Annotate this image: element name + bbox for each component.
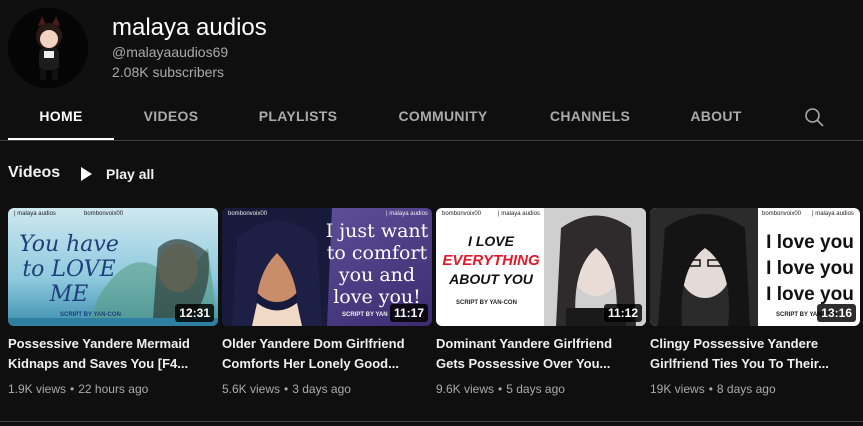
- play-all-button[interactable]: Play all: [78, 162, 154, 186]
- play-icon: [81, 167, 92, 181]
- thumbnail-tag-left: bombonvoix00: [228, 211, 268, 217]
- thumbnail-caption: I LOVE EVERYTHING ABOUT YOU: [440, 232, 542, 289]
- video-title[interactable]: Clingy Possessive Yandere Girlfriend Tie…: [650, 334, 860, 374]
- tab-home[interactable]: HOME: [8, 96, 114, 140]
- thumbnail-caption-line: I love you: [766, 232, 854, 253]
- channel-name: malaya audios: [112, 14, 267, 41]
- thumbnail-caption: I love you I love you I love you: [760, 230, 860, 308]
- video-title[interactable]: Older Yandere Dom Girlfriend Comforts He…: [222, 334, 432, 374]
- thumbnail-credit: SCRIPT BY YAN-CON: [60, 312, 121, 318]
- tab-channels[interactable]: CHANNELS: [534, 96, 646, 138]
- thumbnail-tag-left: bombonvoix00: [762, 211, 802, 217]
- video-meta: 9.6K views • 5 days ago: [436, 382, 565, 396]
- thumbnail-tag-right: | malaya audios: [498, 211, 540, 217]
- video-card[interactable]: | malaya audios bombonvoix00 You have to…: [8, 208, 218, 396]
- section-title: Videos: [8, 164, 61, 181]
- channel-avatar[interactable]: [8, 8, 88, 88]
- channel-handle: @malayaaudios69: [112, 44, 229, 60]
- thumbnail-caption-line: EVERYTHING: [442, 252, 540, 269]
- thumbnail-caption: I just want to comfort you and love you!: [325, 220, 429, 308]
- search-button[interactable]: [800, 104, 828, 132]
- video-duration: 11:12: [603, 304, 642, 322]
- video-age: 5 days ago: [506, 382, 565, 396]
- video-thumbnail[interactable]: bombonvoix00 | malaya audios I LOVE EVER…: [436, 208, 646, 326]
- tab-community[interactable]: COMMUNITY: [380, 96, 506, 138]
- video-card[interactable]: bombonvoix00 | malaya audios I LOVE EVER…: [436, 208, 646, 396]
- video-card[interactable]: bombonvoix00 | malaya audios I love you …: [650, 208, 860, 396]
- video-duration: 12:31: [175, 304, 214, 322]
- thumbnail-tag-left: | malaya audios: [14, 211, 56, 217]
- video-thumbnail[interactable]: | malaya audios bombonvoix00 You have to…: [8, 208, 218, 326]
- search-icon: [805, 108, 824, 127]
- video-age: 3 days ago: [292, 382, 351, 396]
- video-title[interactable]: Possessive Yandere Mermaid Kidnaps and S…: [8, 334, 218, 374]
- video-views: 19K views: [650, 382, 705, 396]
- video-meta: 1.9K views • 22 hours ago: [8, 382, 149, 396]
- channel-tabs: HOME VIDEOS PLAYLISTS COMMUNITY CHANNELS…: [0, 96, 863, 141]
- video-meta: 19K views • 8 days ago: [650, 382, 776, 396]
- thumbnail-tag-left: bombonvoix00: [442, 211, 482, 217]
- video-views: 5.6K views: [222, 382, 281, 396]
- tab-playlists[interactable]: PLAYLISTS: [238, 96, 358, 138]
- thumbnail-credit: SCRIPT BY YAN-CON: [456, 300, 517, 306]
- thumbnail-credit: SCRIPT BY YAN: [342, 312, 388, 318]
- channel-header: malaya audios @malayaaudios69 2.08K subs…: [0, 0, 863, 96]
- tab-about[interactable]: ABOUT: [676, 96, 756, 138]
- video-duration: 11:17: [389, 304, 428, 322]
- video-views: 1.9K views: [8, 382, 67, 396]
- thumbnail-caption-line: I LOVE: [468, 233, 514, 249]
- video-duration: 13:16: [817, 304, 856, 322]
- video-age: 8 days ago: [716, 382, 776, 396]
- video-age: 22 hours ago: [78, 382, 149, 396]
- video-title[interactable]: Dominant Yandere Girlfriend Gets Possess…: [436, 334, 646, 374]
- thumbnail-tag-right: | malaya audios: [812, 211, 854, 217]
- thumbnail-tag-right: bombonvoix00: [84, 211, 124, 217]
- thumbnail-caption: You have to LOVE ME: [19, 232, 119, 307]
- video-thumbnail[interactable]: bombonvoix00 | malaya audios I just want…: [222, 208, 432, 326]
- play-all-label: Play all: [106, 166, 155, 182]
- video-views: 9.6K views: [436, 382, 495, 396]
- avatar-illustration: [8, 8, 88, 88]
- video-thumbnail[interactable]: bombonvoix00 | malaya audios I love you …: [650, 208, 860, 326]
- tab-videos[interactable]: VIDEOS: [120, 96, 222, 138]
- section-divider: [0, 421, 863, 422]
- subscriber-count: 2.08K subscribers: [112, 64, 225, 80]
- thumbnail-tag-right: | malaya audios: [386, 211, 428, 217]
- thumbnail-caption-line: ABOUT YOU: [449, 271, 533, 287]
- video-card[interactable]: bombonvoix00 | malaya audios I just want…: [222, 208, 432, 396]
- thumbnail-caption-line: I love you: [766, 258, 854, 279]
- video-meta: 5.6K views • 3 days ago: [222, 382, 351, 396]
